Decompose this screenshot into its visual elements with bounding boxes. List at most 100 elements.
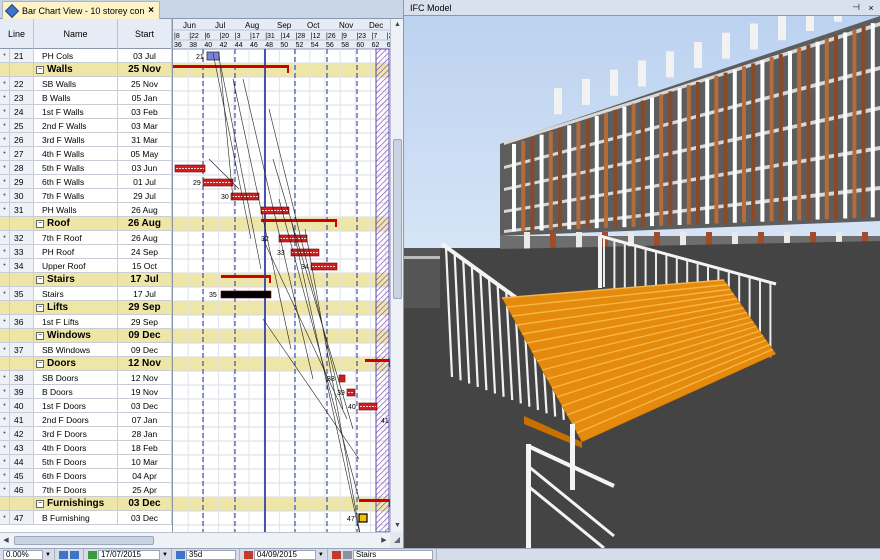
task-row[interactable]: • 23 B Walls 05 Jan	[0, 91, 172, 105]
summary-row[interactable]: − Walls 25 Nov	[0, 63, 172, 77]
zoom-dropdown-icon[interactable]: ▼	[45, 552, 51, 558]
task-start-date[interactable]: 25 Nov	[118, 77, 172, 90]
collapse-icon[interactable]: −	[36, 499, 44, 508]
task-start-date[interactable]: 09 Dec	[118, 329, 172, 342]
pin-icon[interactable]: ⊣	[850, 2, 862, 13]
scroll-up-icon[interactable]: ▲	[391, 19, 403, 31]
row-indicator[interactable]	[0, 357, 10, 370]
column-header-line[interactable]: Line	[0, 19, 34, 49]
task-start-date[interactable]: 07 Jan	[118, 413, 172, 426]
3d-model-render[interactable]	[404, 0, 880, 548]
task-start-date[interactable]: 25 Nov	[118, 63, 172, 76]
task-bar-sb-doors[interactable]	[338, 374, 346, 383]
row-indicator[interactable]	[0, 301, 10, 314]
row-indicator[interactable]: •	[0, 427, 10, 440]
task-name-cell[interactable]: 5th F Doors	[34, 455, 118, 468]
gantt-chart[interactable]: Jun Jul Aug Sep Oct Nov Dec |8 |22 |6 |20 |3 |17 |31 |…	[173, 19, 390, 532]
collapse-icon[interactable]: −	[36, 331, 44, 340]
task-name-cell[interactable]: − Walls	[34, 63, 118, 76]
bar-chart-view-tab[interactable]: Bar Chart View - 10 storey con... ×	[2, 1, 160, 19]
3d-model-viewport[interactable]	[404, 0, 880, 548]
summary-row[interactable]: − Roof 26 Aug	[0, 217, 172, 231]
task-name-cell[interactable]: B Doors	[34, 385, 118, 398]
task-name-cell[interactable]: 7th F Roof	[34, 231, 118, 244]
task-start-date[interactable]: 09 Dec	[118, 343, 172, 356]
column-header-name[interactable]: Name	[34, 19, 118, 49]
zoom-control[interactable]: 0.00% ▼	[0, 548, 55, 560]
row-indicator[interactable]: •	[0, 469, 10, 482]
scroll-down-icon[interactable]: ▼	[391, 520, 403, 532]
task-row[interactable]: • 33 PH Roof 24 Sep	[0, 245, 172, 259]
task-row[interactable]: • 34 Upper Roof 15 Oct	[0, 259, 172, 273]
close-tab-icon[interactable]: ×	[145, 5, 157, 16]
task-start-date[interactable]: 03 Dec	[118, 511, 172, 524]
task-start-date[interactable]: 03 Feb	[118, 105, 172, 118]
column-header-start[interactable]: Start	[118, 19, 172, 49]
task-start-date[interactable]: 26 Aug	[118, 231, 172, 244]
task-row[interactable]: • 42 3rd F Doors 28 Jan	[0, 427, 172, 441]
row-indicator[interactable]: •	[0, 385, 10, 398]
previous-icon[interactable]	[58, 550, 68, 559]
task-name-cell[interactable]: Upper Roof	[34, 259, 118, 272]
vertical-scroll-thumb[interactable]	[393, 139, 402, 299]
row-indicator[interactable]	[0, 273, 10, 286]
summary-row[interactable]: − Lifts 29 Sep	[0, 301, 172, 315]
task-start-date[interactable]: 12 Nov	[118, 371, 172, 384]
row-indicator[interactable]: •	[0, 119, 10, 132]
task-name-cell[interactable]: 6th F Walls	[34, 175, 118, 188]
task-name-cell[interactable]: B Furnishing	[34, 511, 118, 524]
task-row[interactable]: • 27 4th F Walls 05 May	[0, 147, 172, 161]
next-icon[interactable]	[69, 550, 79, 559]
row-indicator[interactable]: •	[0, 455, 10, 468]
row-indicator[interactable]: •	[0, 259, 10, 272]
row-indicator[interactable]: •	[0, 91, 10, 104]
task-name-cell[interactable]: − Lifts	[34, 301, 118, 314]
task-name-cell[interactable]: Stairs	[34, 287, 118, 300]
close-panel-icon[interactable]: ×	[865, 3, 877, 13]
task-start-date[interactable]: 25 Apr	[118, 483, 172, 496]
resize-grip-icon[interactable]: ◢	[390, 532, 403, 548]
summary-row[interactable]: − Furnishings 03 Dec	[0, 497, 172, 511]
summary-bar[interactable]	[359, 499, 390, 502]
task-name-cell[interactable]: PH Cols	[34, 49, 118, 62]
task-start-date[interactable]: 17 Jul	[118, 273, 172, 286]
row-indicator[interactable]: •	[0, 231, 10, 244]
task-start-date[interactable]: 01 Jul	[118, 175, 172, 188]
task-name-cell[interactable]: 3rd F Doors	[34, 427, 118, 440]
task-start-date[interactable]: 26 Aug	[118, 203, 172, 216]
task-name-cell[interactable]: SB Doors	[34, 371, 118, 384]
task-name-cell[interactable]: 3rd F Walls	[34, 133, 118, 146]
horizontal-scroll-thumb[interactable]	[14, 536, 154, 545]
task-name-cell[interactable]: 2nd F Walls	[34, 119, 118, 132]
row-indicator[interactable]: •	[0, 175, 10, 188]
task-name-cell[interactable]: SB Walls	[34, 77, 118, 90]
task-row[interactable]: • 31 PH Walls 26 Aug	[0, 203, 172, 217]
task-name-cell[interactable]: PH Roof	[34, 245, 118, 258]
task-start-date[interactable]: 19 Nov	[118, 385, 172, 398]
row-indicator[interactable]: •	[0, 49, 10, 62]
zoom-value[interactable]: 0.00%	[3, 549, 43, 560]
date-from-field[interactable]: 17/07/2015	[97, 549, 160, 560]
row-indicator[interactable]: •	[0, 133, 10, 146]
task-start-date[interactable]: 18 Feb	[118, 441, 172, 454]
task-row[interactable]: • 40 1st F Doors 03 Dec	[0, 399, 172, 413]
summary-bar[interactable]	[365, 359, 390, 362]
task-name-cell[interactable]: 5th F Walls	[34, 161, 118, 174]
task-name-cell[interactable]: 4th F Walls	[34, 147, 118, 160]
vertical-scrollbar[interactable]: ▲ ▼	[390, 19, 403, 532]
task-row[interactable]: • 29 6th F Walls 01 Jul	[0, 175, 172, 189]
collapse-icon[interactable]: −	[36, 219, 44, 228]
task-row[interactable]: • 21 PH Cols 03 Jul	[0, 49, 172, 63]
row-indicator[interactable]: •	[0, 189, 10, 202]
task-name-cell[interactable]: 1st F Lifts	[34, 315, 118, 328]
task-start-date[interactable]: 03 Jun	[118, 161, 172, 174]
summary-bar[interactable]	[221, 275, 271, 278]
task-row[interactable]: • 35 Stairs 17 Jul	[0, 287, 172, 301]
task-start-date[interactable]: 31 Mar	[118, 133, 172, 146]
task-row[interactable]: • 22 SB Walls 25 Nov	[0, 77, 172, 91]
task-name-cell[interactable]: − Roof	[34, 217, 118, 230]
task-start-date[interactable]: 12 Nov	[118, 357, 172, 370]
task-start-date[interactable]: 05 Jan	[118, 91, 172, 104]
row-indicator[interactable]: •	[0, 245, 10, 258]
task-start-date[interactable]: 03 Jul	[118, 49, 172, 62]
